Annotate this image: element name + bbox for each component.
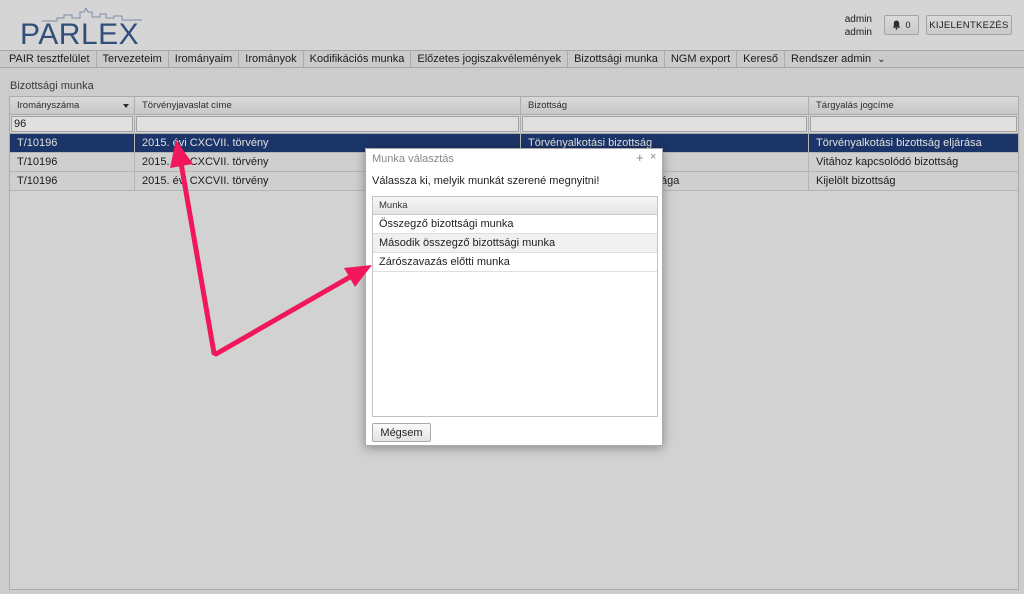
work-list-item[interactable]: Második összegző bizottsági munka	[373, 234, 657, 253]
work-list-item[interactable]: Összegző bizottsági munka	[373, 215, 657, 234]
work-list-item[interactable]: Zárószavazás előtti munka	[373, 253, 657, 272]
cancel-button[interactable]: Mégsem	[372, 423, 431, 442]
maximize-icon[interactable]: +	[636, 150, 644, 165]
work-list-header: Munka	[373, 197, 657, 215]
work-select-dialog: Munka választás + × Válassza ki, melyik …	[365, 148, 663, 446]
dialog-prompt: Válassza ki, melyik munkát szerené megny…	[372, 175, 600, 187]
close-icon[interactable]: ×	[650, 151, 656, 163]
work-list: Munka Összegző bizottsági munka Második …	[372, 196, 658, 417]
dialog-title: Munka választás	[372, 153, 454, 165]
